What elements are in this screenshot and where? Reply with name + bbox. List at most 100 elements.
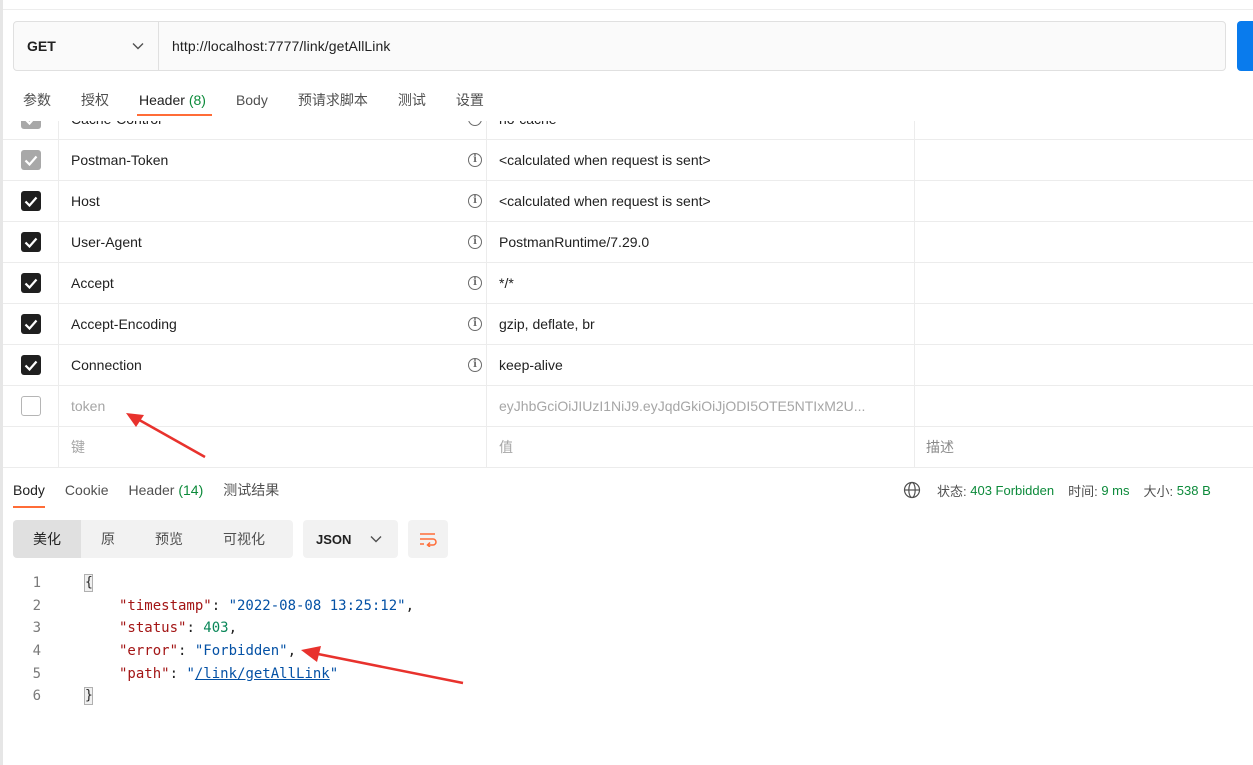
info-icon[interactable]: i — [468, 153, 482, 167]
header-checkbox[interactable] — [20, 396, 41, 416]
request-tabs: 参数 授权 Header (8) Body 预请求脚本 测试 设置 — [23, 88, 514, 120]
code-line: 2 "timestamp": "2022-08-08 13:25:12", — [13, 595, 713, 618]
header-key[interactable]: User-Agent — [71, 234, 142, 250]
info-icon[interactable]: i — [468, 121, 482, 126]
json-link-value[interactable]: /link/getAllLink — [195, 666, 330, 682]
code-line: 1 { — [13, 572, 713, 595]
header-value[interactable]: <calculated when request is sent> — [487, 181, 915, 221]
header-key[interactable]: Accept — [71, 275, 114, 291]
wrap-lines-button[interactable] — [408, 520, 448, 558]
header-key[interactable]: Cache-Control — [71, 121, 161, 127]
header-key[interactable]: Accept-Encoding — [71, 316, 177, 332]
header-description[interactable] — [915, 181, 1253, 221]
header-checkbox[interactable] — [20, 355, 41, 375]
response-tab-headers[interactable]: Header (14) — [129, 478, 204, 508]
new-description-input[interactable]: 描述 — [915, 427, 1253, 467]
checkmark-icon — [24, 319, 37, 330]
view-preview-button[interactable]: 预览 — [135, 520, 203, 558]
tab-body[interactable]: Body — [236, 88, 268, 116]
line-number: 5 — [32, 665, 41, 682]
response-tab-cookie[interactable]: Cookie — [65, 478, 109, 508]
new-value-input[interactable]: 值 — [487, 427, 915, 467]
header-value[interactable]: gzip, deflate, br — [487, 304, 915, 344]
info-icon[interactable]: i — [468, 276, 482, 290]
tab-pre-request-script[interactable]: 预请求脚本 — [298, 88, 368, 116]
checkmark-icon — [24, 196, 37, 207]
header-key[interactable]: Host — [71, 193, 100, 209]
header-key[interactable]: token — [71, 398, 105, 414]
size-label: 大小: — [1143, 483, 1174, 499]
header-key[interactable]: Connection — [71, 357, 142, 373]
header-checkbox[interactable] — [20, 232, 41, 252]
header-description[interactable] — [915, 140, 1253, 180]
table-row: User-Agent i PostmanRuntime/7.29.0 — [3, 222, 1253, 263]
json-value: "Forbidden" — [194, 643, 288, 660]
header-checkbox[interactable] — [20, 314, 41, 334]
url-bar: GET http://localhost:7777/link/getAllLin… — [13, 21, 1226, 71]
header-description[interactable] — [915, 304, 1253, 344]
header-description[interactable] — [915, 386, 1253, 426]
tab-settings[interactable]: 设置 — [456, 88, 484, 116]
header-value[interactable]: eyJhbGciOiJIUzI1NiJ9.eyJqdGkiOiJjODI5OTE… — [487, 386, 915, 426]
view-mode-group: 美化 原 预览 可视化 — [13, 520, 293, 558]
checkmark-icon — [24, 237, 37, 248]
method-label: GET — [27, 38, 56, 54]
header-description[interactable] — [915, 222, 1253, 262]
header-key[interactable]: Postman-Token — [71, 152, 168, 168]
code-line: 5 "path": "/link/getAllLink" — [13, 662, 713, 685]
line-number: 1 — [32, 575, 41, 592]
format-label: JSON — [316, 531, 352, 547]
info-icon[interactable]: i — [468, 194, 482, 208]
table-row: token eyJhbGciOiJIUzI1NiJ9.eyJqdGkiOiJjO… — [3, 386, 1253, 427]
table-row: Connection i keep-alive — [3, 345, 1253, 386]
header-value[interactable]: PostmanRuntime/7.29.0 — [487, 222, 915, 262]
tab-headers[interactable]: Header (8) — [137, 88, 212, 116]
json-value: 403 — [203, 620, 229, 637]
header-description[interactable] — [915, 263, 1253, 303]
response-tab-body[interactable]: Body — [13, 478, 45, 508]
info-icon[interactable]: i — [468, 235, 482, 249]
response-tab-test-results[interactable]: 测试结果 — [223, 478, 279, 508]
format-select[interactable]: JSON — [303, 520, 398, 558]
time-value[interactable]: 9 ms — [1101, 483, 1129, 498]
send-button[interactable] — [1237, 21, 1253, 71]
status-value[interactable]: 403 Forbidden — [970, 483, 1054, 498]
header-value[interactable]: */* — [487, 263, 915, 303]
response-meta: 状态: 403 Forbidden 时间: 9 ms 大小: 538 B — [903, 480, 1211, 500]
header-value[interactable]: keep-alive — [487, 345, 915, 385]
checkmark-icon — [25, 121, 33, 125]
table-row: Postman-Token i <calculated when request … — [3, 140, 1253, 181]
table-row: Host i <calculated when request is sent> — [3, 181, 1253, 222]
header-checkbox[interactable] — [20, 121, 41, 129]
info-icon[interactable]: i — [468, 358, 482, 372]
headers-table: Cache-Control i no-cache Postman-Token i <… — [3, 121, 1253, 470]
size-value[interactable]: 538 B — [1177, 483, 1211, 498]
header-checkbox[interactable] — [20, 150, 41, 170]
new-key-input[interactable]: 键 — [71, 437, 85, 457]
globe-icon[interactable] — [903, 481, 921, 499]
header-description[interactable] — [915, 345, 1253, 385]
header-checkbox[interactable] — [20, 191, 41, 211]
header-checkbox[interactable] — [20, 273, 41, 293]
header-value[interactable]: <calculated when request is sent> — [487, 140, 915, 180]
view-visualize-button[interactable]: 可视化 — [203, 520, 285, 558]
tab-params[interactable]: 参数 — [23, 88, 51, 116]
time-label: 时间: — [1068, 483, 1098, 499]
url-input[interactable]: http://localhost:7777/link/getAllLink — [159, 38, 391, 54]
info-icon[interactable]: i — [468, 317, 482, 331]
header-description[interactable] — [915, 121, 1253, 139]
table-row: Accept-Encoding i gzip, deflate, br — [3, 304, 1253, 345]
line-number: 4 — [32, 643, 41, 660]
method-select[interactable]: GET — [14, 22, 159, 70]
tab-authorization[interactable]: 授权 — [81, 88, 109, 116]
wrap-lines-icon — [420, 533, 437, 547]
close-brace[interactable]: } — [84, 687, 93, 706]
view-raw-button[interactable]: 原 — [81, 520, 135, 558]
top-strip — [3, 0, 1253, 10]
open-brace[interactable]: { — [84, 574, 93, 593]
view-pretty-button[interactable]: 美化 — [13, 520, 81, 558]
header-value[interactable]: no-cache — [487, 121, 915, 139]
tab-tests[interactable]: 测试 — [398, 88, 426, 116]
line-number: 3 — [32, 620, 41, 637]
line-number: 6 — [32, 688, 41, 705]
